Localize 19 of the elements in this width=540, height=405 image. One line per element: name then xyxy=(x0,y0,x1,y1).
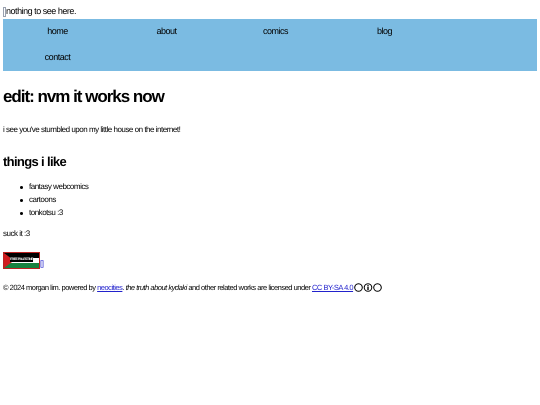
section-heading: things i like xyxy=(3,154,68,170)
nav-link[interactable]: blog xyxy=(376,25,392,39)
banner-link[interactable]: [] xyxy=(40,259,44,269)
list-item: cartoons xyxy=(29,195,56,205)
nav-link[interactable]: contact xyxy=(44,51,70,65)
nav-link[interactable]: about xyxy=(156,25,177,39)
broken-image-icon xyxy=(3,6,6,16)
nav-link[interactable]: comics xyxy=(262,25,288,39)
nav-link[interactable]: home xyxy=(47,25,68,39)
image-alt-text: nothing to see here. xyxy=(6,4,76,18)
bullet-icon xyxy=(20,212,23,214)
list-item: tonkotsu :3 xyxy=(29,208,63,218)
list-item: fantasy webcomics xyxy=(29,182,88,192)
intro-text: i see you've stumbled upon my little house on the internet! xyxy=(3,124,182,136)
bullet-icon xyxy=(20,186,23,188)
page-heading: edit: nvm it works now xyxy=(3,86,166,108)
closing-text: suck it :3 xyxy=(3,228,31,240)
bullet-icon xyxy=(20,198,23,202)
license-icons-drawing xyxy=(354,283,382,292)
